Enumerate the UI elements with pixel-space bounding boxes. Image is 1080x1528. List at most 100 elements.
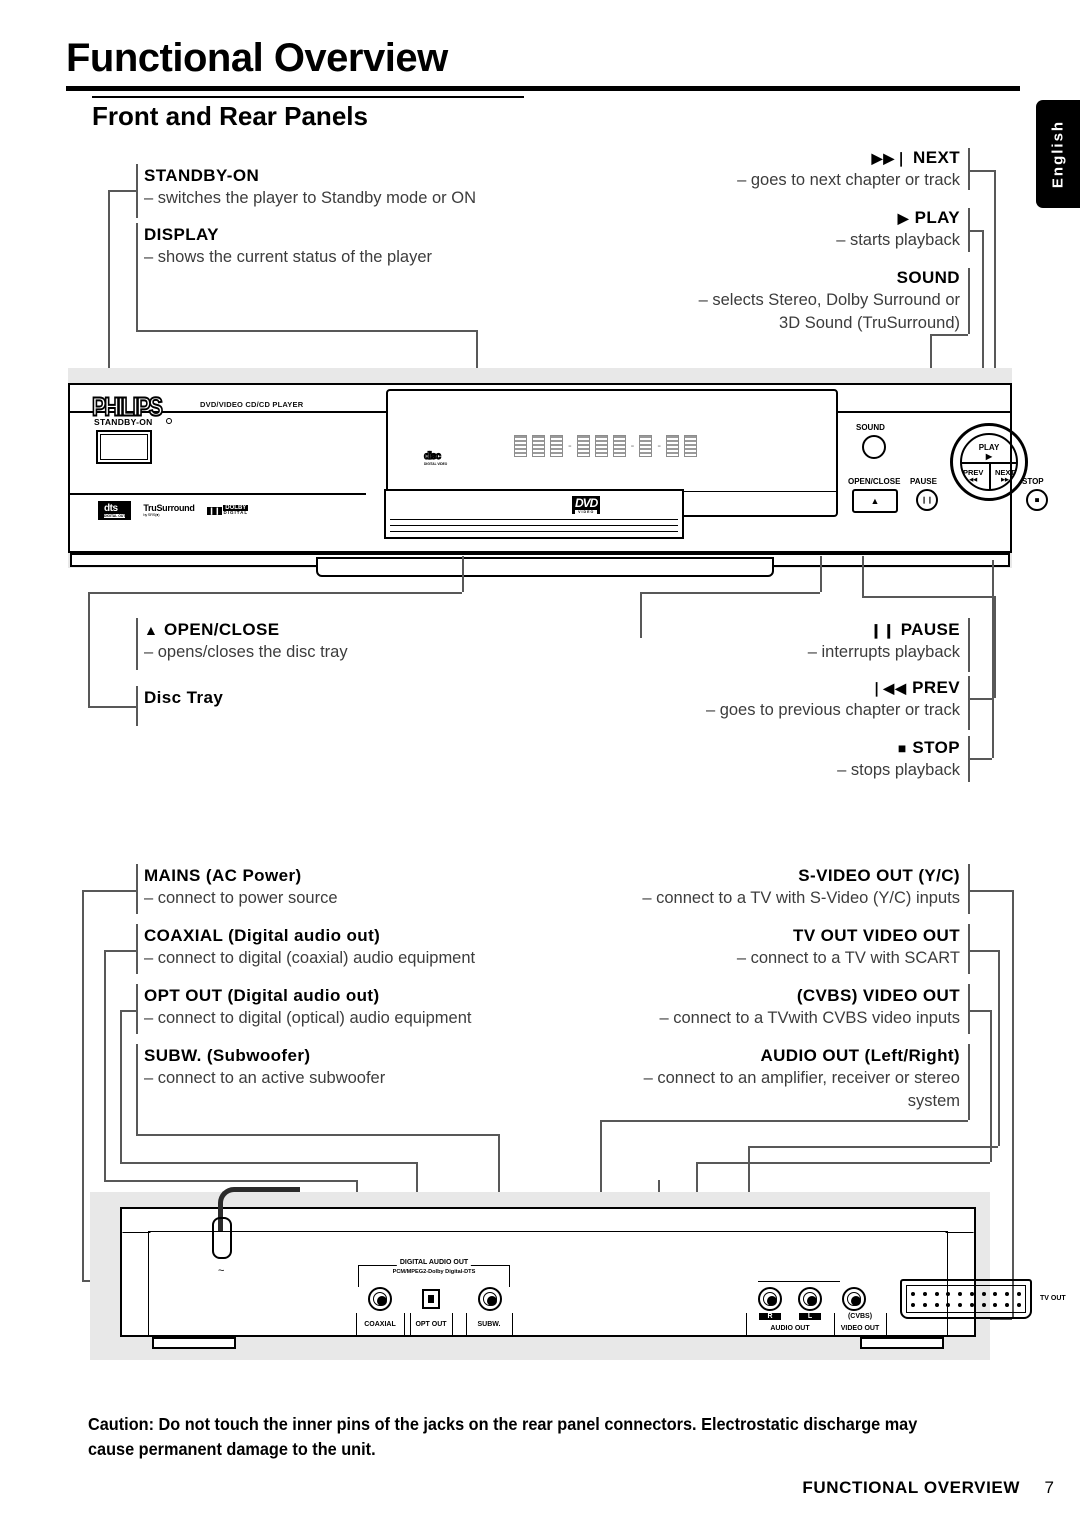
- play-button[interactable]: PLAY ▶: [979, 443, 1000, 461]
- callout-title: STANDBY-ON: [144, 166, 260, 185]
- callout-desc: – connect to a TV with SCART: [736, 949, 960, 967]
- display-segment: [594, 435, 608, 457]
- compact-disc-logo: disc DIGITAL VIDEO: [423, 450, 447, 466]
- display-segment: [684, 435, 698, 457]
- callout-title: TV OUT VIDEO OUT: [793, 926, 960, 945]
- play-icon: ▶: [985, 452, 993, 461]
- callout-desc: – goes to next chapter or track: [737, 171, 960, 189]
- bevel-left: [122, 1209, 172, 1233]
- cvbs-label: (CVBS): [847, 1313, 873, 1320]
- callout-label: NEXT: [913, 148, 960, 167]
- dvd-logo-text: DVD: [575, 496, 598, 510]
- sound-button[interactable]: [862, 435, 886, 459]
- optical-out-jack[interactable]: [422, 1289, 440, 1309]
- dvd-logo-sub: VIDEO: [575, 510, 598, 514]
- callout-desc: – connect to power source: [144, 889, 338, 907]
- video-out-label: VIDEO OUT: [840, 1325, 880, 1332]
- subtitle-rule: [92, 96, 524, 98]
- leader-line: [104, 950, 106, 1180]
- open-close-button[interactable]: [852, 489, 898, 513]
- standby-on-button[interactable]: [96, 430, 152, 464]
- disc-tray[interactable]: DVD VIDEO: [384, 489, 684, 539]
- leader-line: [968, 984, 970, 1034]
- power-cord-strain-relief: [212, 1217, 232, 1259]
- callout-title: MAINS (AC Power): [144, 866, 302, 885]
- callout-audio-out: AUDIO OUT (Left/Right) – connect to an a…: [644, 1046, 960, 1113]
- leader-line: [136, 984, 138, 1034]
- leader-line: [136, 618, 138, 670]
- display-separator: -: [568, 440, 572, 452]
- leader-line: [88, 706, 136, 708]
- display-separator: -: [630, 440, 635, 452]
- jog-dial[interactable]: PLAY ▶ PREV ◀◀ NEXT ▶▶: [950, 423, 1028, 501]
- format-logos: dts DIGITAL OUT TruSurround by SRS(●) ❙❙…: [98, 501, 249, 520]
- audio-out-right-jack[interactable]: [758, 1287, 782, 1311]
- callout-coaxial: COAXIAL (Digital audio out) – connect to…: [144, 926, 475, 969]
- callout-title: S-VIDEO OUT (Y/C): [798, 866, 960, 885]
- coaxial-label: COAXIAL: [364, 1321, 396, 1328]
- callout-stop: ■ STOP – stops playback: [837, 738, 960, 781]
- scart-pins: [906, 1285, 1026, 1313]
- label-tick: [886, 1313, 888, 1337]
- play-icon: ▶: [897, 210, 910, 226]
- callout-desc: – opens/closes the disc tray: [144, 643, 348, 661]
- next-icon: ▶▶❘: [871, 150, 908, 166]
- rear-foot: [860, 1337, 944, 1349]
- leader-line: [82, 890, 136, 892]
- callout-label: OPEN/CLOSE: [163, 620, 280, 639]
- leader-line: [968, 698, 994, 700]
- leader-line: [992, 560, 994, 758]
- leader-line: [136, 223, 138, 330]
- callout-subwoofer: SUBW. (Subwoofer) – connect to an active…: [144, 1046, 385, 1089]
- leader-line: [862, 596, 994, 598]
- audio-out-label: AUDIO OUT: [770, 1325, 810, 1332]
- jog-divider: [989, 462, 991, 490]
- digital-audio-out-group: DIGITAL AUDIO OUT PCM/MPEG2-Dolby Digita…: [358, 1259, 510, 1287]
- leader-line: [968, 950, 998, 952]
- leader-line: [968, 268, 970, 334]
- next-label: NEXT: [994, 468, 1015, 477]
- leader-line: [136, 686, 138, 726]
- leader-line: [994, 596, 996, 698]
- next-icon: ▶▶: [1001, 477, 1009, 483]
- stop-icon: ■: [897, 740, 908, 756]
- tv-out-label: TV OUT: [1040, 1295, 1066, 1302]
- standby-on-label: STANDBY-ON: [94, 417, 153, 427]
- audio-out-left-jack[interactable]: [798, 1287, 822, 1311]
- callout-prev: ❘◀◀ PREV – goes to previous chapter or t…: [706, 678, 960, 721]
- coaxial-jack[interactable]: [368, 1287, 392, 1311]
- dolby-digital-logo: ❙❙ DOLBY DIGITAL: [206, 505, 249, 516]
- leader-line: [82, 890, 84, 1280]
- label-tick: [512, 1313, 514, 1337]
- callout-title: ❘◀◀ PREV: [706, 678, 960, 698]
- leader-line: [640, 592, 820, 594]
- callout-label: PAUSE: [900, 620, 960, 639]
- prev-label: PREV: [963, 468, 984, 477]
- stop-button-label: STOP: [1022, 477, 1044, 486]
- cvbs-video-out-jack[interactable]: [842, 1287, 866, 1311]
- callout-sound: SOUND – selects Stereo, Dolby Surround o…: [699, 268, 960, 335]
- pause-button[interactable]: [916, 489, 938, 511]
- front-panel-illustration: PHILIPS DVD/VIDEO CD/CD PLAYER STANDBY-O…: [68, 383, 1048, 577]
- display-segment: [666, 435, 680, 457]
- callout-label: PLAY: [914, 208, 960, 227]
- label-tick: [452, 1313, 454, 1337]
- scart-connector[interactable]: [900, 1279, 1032, 1319]
- language-tab-label: English: [1049, 119, 1067, 189]
- subwoofer-jack[interactable]: [478, 1287, 502, 1311]
- dts-logo-text: dts: [104, 503, 118, 514]
- callout-desc: – connect to digital (optical) audio equ…: [144, 1009, 472, 1027]
- page-title: Functional Overview: [66, 36, 448, 80]
- display-segment: [639, 435, 653, 457]
- next-button[interactable]: NEXT ▶▶: [995, 468, 1015, 483]
- section-subtitle: Front and Rear Panels: [92, 101, 368, 131]
- manual-page: Functional Overview Front and Rear Panel…: [0, 0, 1080, 1528]
- callout-disc-tray: Disc Tray: [144, 688, 223, 708]
- leader-line: [968, 890, 1012, 892]
- leader-line: [462, 556, 464, 592]
- leader-line: [968, 758, 992, 760]
- stop-button[interactable]: [1026, 489, 1048, 511]
- audio-out-bracket: [758, 1281, 840, 1283]
- callout-title: SUBW. (Subwoofer): [144, 1046, 311, 1065]
- prev-button[interactable]: PREV ◀◀: [963, 468, 983, 483]
